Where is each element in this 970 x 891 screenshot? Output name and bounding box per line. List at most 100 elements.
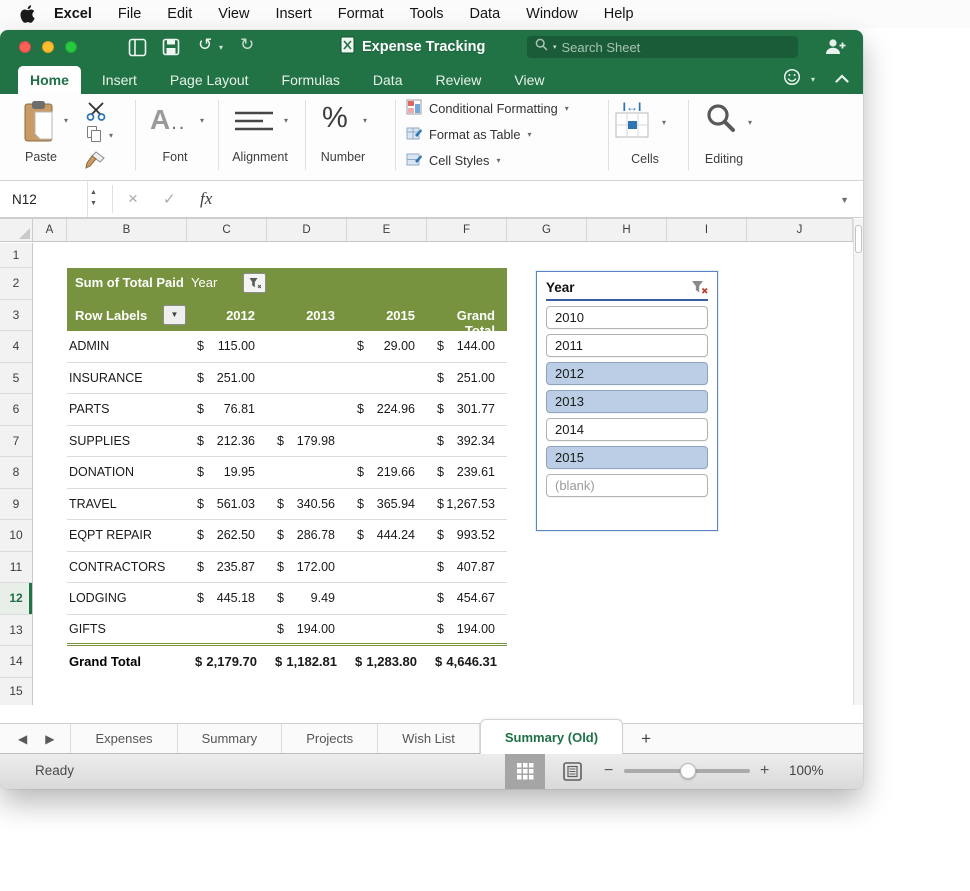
previous-sheet-icon[interactable]: ◀ <box>18 732 27 746</box>
next-sheet-icon[interactable]: ▶ <box>45 732 54 746</box>
normal-view-button[interactable] <box>505 754 545 789</box>
save-icon[interactable] <box>162 38 180 61</box>
alignment-dropdown-icon[interactable]: ▾ <box>284 116 288 125</box>
editing-button[interactable] <box>705 102 737 139</box>
cancel-entry-icon[interactable]: × <box>128 181 138 217</box>
slicer-item-2013[interactable]: 2013 <box>546 390 708 413</box>
name-box-stepper[interactable]: ▲ ▼ <box>90 187 97 209</box>
undo-icon[interactable]: ↺ <box>198 35 212 55</box>
format-as-table-button[interactable]: Format as Table ▾ <box>406 125 532 144</box>
row-header-4[interactable]: 4 <box>0 331 33 363</box>
formula-bar-expand-icon[interactable]: ▼ <box>840 195 849 205</box>
sheet-tab-summary[interactable]: Summary <box>178 724 283 754</box>
row-header-2[interactable]: 2 <box>0 268 33 300</box>
menu-item-view[interactable]: View <box>205 0 262 28</box>
row-labels-dropdown-button[interactable]: ▼ <box>163 305 186 325</box>
slicer-item-2014[interactable]: 2014 <box>546 418 708 441</box>
add-sheet-button[interactable]: + <box>623 729 669 749</box>
font-dropdown-icon[interactable]: ▾ <box>200 116 204 125</box>
zoom-window-button[interactable] <box>65 41 77 53</box>
stepper-up-icon[interactable]: ▲ <box>90 187 97 198</box>
column-header-F[interactable]: F <box>427 219 507 241</box>
column-header-G[interactable]: G <box>507 219 587 241</box>
column-header-J[interactable]: J <box>747 219 853 241</box>
row-header-1[interactable]: 1 <box>0 243 33 268</box>
cut-icon[interactable] <box>85 102 107 126</box>
tab-home[interactable]: Home <box>18 66 81 94</box>
menu-item-format[interactable]: Format <box>325 0 397 28</box>
slicer-item-2012[interactable]: 2012 <box>546 362 708 385</box>
tab-page-layout[interactable]: Page Layout <box>158 66 261 94</box>
menu-item-help[interactable]: Help <box>591 0 647 28</box>
row-header-3[interactable]: 3 <box>0 300 33 332</box>
row-header-7[interactable]: 7 <box>0 426 33 458</box>
clear-filter-icon[interactable] <box>691 280 708 299</box>
pivot-table[interactable]: Sum of Total Paid Year Row Labels ▼ 2012… <box>67 268 507 678</box>
page-layout-view-button[interactable] <box>552 754 592 789</box>
column-header-H[interactable]: H <box>587 219 667 241</box>
tab-formulas[interactable]: Formulas <box>270 66 352 94</box>
insert-function-icon[interactable]: fx <box>200 181 212 217</box>
column-header-I[interactable]: I <box>667 219 747 241</box>
copy-dropdown-icon[interactable]: ▾ <box>109 131 113 140</box>
row-header-9[interactable]: 9 <box>0 489 33 521</box>
row-header-15[interactable]: 15 <box>0 678 33 706</box>
sheet-tab-summary-old-[interactable]: Summary (Old) <box>480 719 623 754</box>
worksheet[interactable]: 123456789101112131415 Sum of Total Paid … <box>0 243 853 705</box>
menu-item-excel[interactable]: Excel <box>41 0 105 28</box>
toggle-sidebar-icon[interactable] <box>128 38 147 62</box>
sheet-tab-projects[interactable]: Projects <box>282 724 378 754</box>
vertical-scrollbar-thumb[interactable] <box>855 225 862 253</box>
search-scope-chevron-icon[interactable]: ▾ <box>553 43 557 51</box>
conditional-formatting-button[interactable]: Conditional Formatting ▾ <box>406 99 569 118</box>
row-header-14[interactable]: 14 <box>0 646 33 678</box>
column-header-D[interactable]: D <box>267 219 347 241</box>
share-add-person-icon[interactable] <box>823 37 847 61</box>
sheet-tab-expenses[interactable]: Expenses <box>70 724 177 754</box>
cell-styles-button[interactable]: Cell Styles ▾ <box>406 151 500 170</box>
name-box[interactable]: N12 <box>0 181 88 217</box>
tab-data[interactable]: Data <box>361 66 415 94</box>
tab-insert[interactable]: Insert <box>90 66 149 94</box>
zoom-slider-thumb[interactable] <box>680 763 696 779</box>
cells-button[interactable]: I↔I <box>615 102 649 143</box>
minimize-window-button[interactable] <box>42 41 54 53</box>
column-header-E[interactable]: E <box>347 219 427 241</box>
menu-item-edit[interactable]: Edit <box>154 0 205 28</box>
format-painter-icon[interactable] <box>82 150 106 175</box>
collapse-ribbon-icon[interactable] <box>835 70 849 88</box>
row-header-10[interactable]: 10 <box>0 520 33 552</box>
font-button[interactable]: A.. <box>150 104 186 136</box>
menu-item-file[interactable]: File <box>105 0 154 28</box>
vertical-scrollbar[interactable] <box>853 219 863 705</box>
sheet-tab-wish-list[interactable]: Wish List <box>378 724 480 754</box>
zoom-slider[interactable] <box>624 769 750 773</box>
search-sheet-input[interactable]: ▾ Search Sheet <box>527 36 798 58</box>
alignment-button[interactable] <box>233 110 275 139</box>
confirm-entry-icon[interactable]: ✓ <box>163 181 176 217</box>
number-dropdown-icon[interactable]: ▾ <box>363 116 367 125</box>
number-button[interactable]: % <box>322 102 348 135</box>
stepper-down-icon[interactable]: ▼ <box>90 198 97 209</box>
editing-dropdown-icon[interactable]: ▾ <box>748 118 752 127</box>
select-all-corner[interactable] <box>0 219 33 241</box>
slicer-item-2011[interactable]: 2011 <box>546 334 708 357</box>
zoom-in-button[interactable]: + <box>760 762 769 780</box>
row-header-12[interactable]: 12 <box>0 583 33 615</box>
menu-item-insert[interactable]: Insert <box>262 0 324 28</box>
smiley-dropdown-icon[interactable]: ▾ <box>811 75 815 84</box>
tab-view[interactable]: View <box>502 66 556 94</box>
feedback-smiley-icon[interactable] <box>783 68 801 91</box>
close-window-button[interactable] <box>19 41 31 53</box>
pivot-year-filter-button[interactable] <box>243 273 266 293</box>
row-header-8[interactable]: 8 <box>0 457 33 489</box>
paste-dropdown-icon[interactable]: ▾ <box>64 116 68 125</box>
tab-review[interactable]: Review <box>423 66 493 94</box>
column-header-B[interactable]: B <box>67 219 187 241</box>
apple-menu-icon[interactable] <box>20 5 35 23</box>
column-header-A[interactable]: A <box>33 219 67 241</box>
redo-icon[interactable]: ↻ <box>240 35 254 55</box>
menu-item-window[interactable]: Window <box>513 0 591 28</box>
column-header-C[interactable]: C <box>187 219 267 241</box>
row-header-13[interactable]: 13 <box>0 615 33 647</box>
